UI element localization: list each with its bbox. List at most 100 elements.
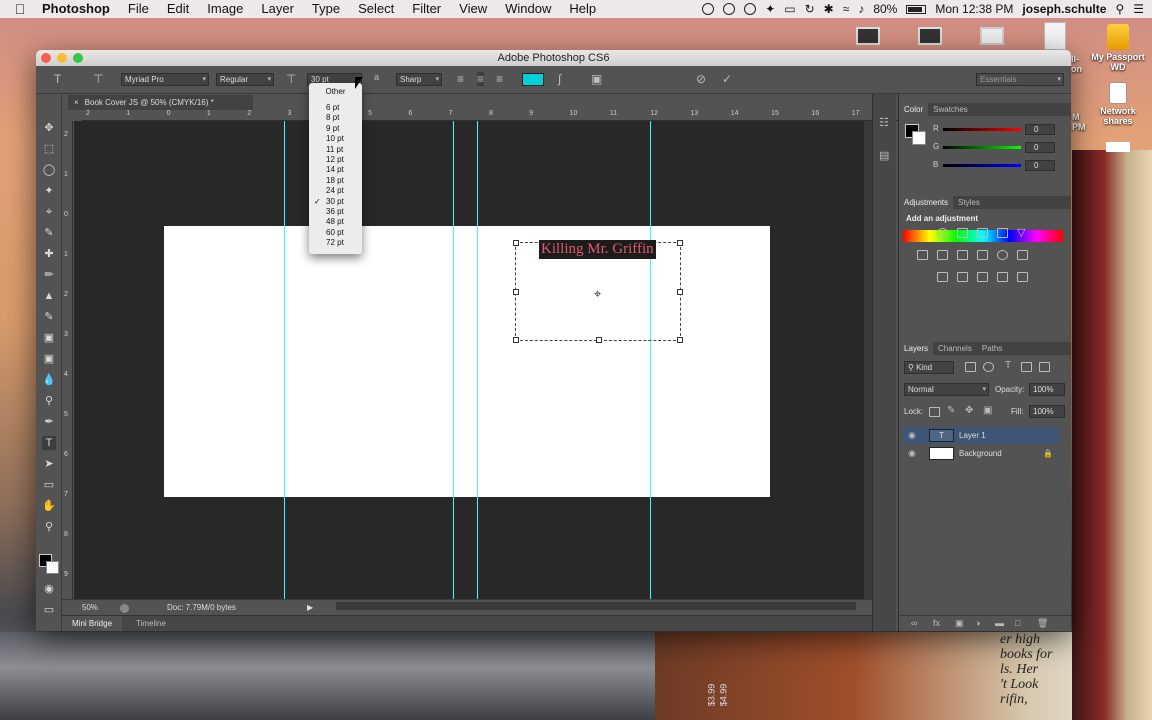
menu-filter[interactable]: Filter — [403, 0, 450, 18]
layer-row-background[interactable]: ◉ Background 🔒 — [903, 445, 1059, 462]
add-mask-icon[interactable]: ▣ — [955, 618, 964, 629]
lock-all-icon[interactable]: ▣ — [983, 405, 992, 416]
horizontal-ruler[interactable]: 2101234567891011121314151617 — [82, 110, 900, 121]
type-filter-icon[interactable]: T — [1005, 360, 1011, 371]
dropdown-item-size[interactable]: 14 pt — [309, 165, 362, 175]
color-lookup-icon[interactable] — [1017, 250, 1028, 260]
pen-tool-icon[interactable]: ✒ — [42, 415, 56, 429]
shape-filter-icon[interactable] — [1021, 362, 1032, 372]
lock-transparent-icon[interactable] — [929, 407, 940, 417]
tab-paths[interactable]: Paths — [977, 344, 1007, 353]
red-slider[interactable] — [943, 128, 1021, 131]
smart-object-filter-icon[interactable] — [1039, 362, 1050, 372]
desktop-icon-passport[interactable]: My Passport WD — [1088, 24, 1148, 72]
history-brush-icon[interactable]: ✎ — [42, 310, 56, 324]
levels-icon[interactable] — [957, 228, 968, 238]
evernote-icon[interactable] — [744, 3, 757, 15]
cancel-icon[interactable]: ⊘ — [696, 72, 706, 86]
vibrance-icon[interactable]: ▽ — [1017, 226, 1025, 239]
desktop-thumb-1[interactable] — [856, 27, 880, 45]
notification-icon[interactable]: ☰ — [1133, 2, 1144, 16]
menu-app[interactable]: Photoshop — [40, 0, 119, 18]
menu-file[interactable]: File — [119, 0, 158, 18]
dropdown-item-size[interactable]: 11 pt — [309, 145, 362, 155]
transform-handle[interactable] — [513, 337, 519, 343]
screen-mode-icon[interactable]: ▭ — [42, 603, 56, 617]
path-selection-icon[interactable]: ➤ — [42, 457, 56, 471]
new-group-icon[interactable]: ▬ — [995, 618, 1004, 628]
visibility-eye-icon[interactable]: ◉ — [908, 445, 916, 462]
transform-handle[interactable] — [677, 289, 683, 295]
status-menu-arrow-icon[interactable]: ▶ — [307, 600, 313, 616]
align-left-icon[interactable]: ≡ — [457, 72, 464, 86]
menu-window[interactable]: Window — [496, 0, 560, 18]
eyedropper-icon[interactable]: ✎ — [42, 226, 56, 240]
stamp-tool-icon[interactable]: ▲ — [42, 289, 56, 303]
tab-mini-bridge[interactable]: Mini Bridge — [62, 616, 123, 631]
move-tool-icon[interactable]: ✥ — [42, 121, 56, 135]
selective-color-icon[interactable] — [997, 272, 1008, 282]
dropdown-item-size[interactable]: 12 pt — [309, 155, 362, 165]
tab-adjustments[interactable]: Adjustments — [899, 196, 954, 210]
quick-mask-icon[interactable]: ◉ — [42, 582, 56, 596]
dropdown-item-size[interactable]: 9 pt — [309, 124, 362, 134]
invert-icon[interactable] — [937, 272, 948, 282]
battery-percent[interactable]: 80% — [873, 2, 897, 16]
battery-icon[interactable] — [906, 4, 927, 14]
layer-name[interactable]: Background — [959, 445, 1002, 462]
desktop-thumb-3[interactable] — [980, 27, 1004, 45]
desktop-thumb-4[interactable] — [1044, 22, 1066, 50]
time-machine-icon[interactable]: ↻ — [805, 2, 815, 16]
blend-mode-select[interactable]: Normal ▾ — [904, 383, 989, 396]
warp-text-icon[interactable]: ∫ — [558, 72, 561, 86]
opacity-field[interactable]: 100% — [1029, 383, 1065, 396]
brightness-icon[interactable] — [937, 228, 948, 238]
volume-icon[interactable]: ♪ — [858, 2, 864, 16]
tab-swatches[interactable]: Swatches — [928, 105, 973, 114]
layer-style-icon[interactable]: fx — [933, 618, 940, 628]
tab-channels[interactable]: Channels — [933, 344, 977, 353]
menu-view[interactable]: View — [450, 0, 496, 18]
properties-panel-icon[interactable]: ▤ — [879, 149, 889, 162]
menu-help[interactable]: Help — [560, 0, 605, 18]
dropdown-item-size[interactable]: 24 pt — [309, 186, 362, 196]
history-panel-icon[interactable]: ☷ — [879, 116, 889, 129]
dropdown-item-size[interactable]: 36 pt — [309, 207, 362, 217]
antialias-select[interactable]: Sharp ▾ — [396, 73, 442, 86]
transform-handle[interactable] — [513, 289, 519, 295]
transform-handle[interactable] — [596, 337, 602, 343]
character-panel-icon[interactable]: ▣ — [591, 72, 602, 86]
status-icon[interactable] — [120, 604, 129, 613]
layer-name[interactable]: Layer 1 — [959, 427, 986, 444]
layer-kind-filter[interactable]: ⚲ Kind — [904, 361, 954, 374]
workspace-select[interactable]: Essentials ▾ — [976, 73, 1064, 86]
zoom-tool-icon[interactable]: ⚲ — [42, 520, 56, 534]
adjustment-filter-icon[interactable] — [983, 362, 994, 372]
bluetooth-icon[interactable]: ✱ — [824, 2, 834, 16]
font-family-select[interactable]: Myriad Pro ▾ — [121, 73, 209, 86]
link-layers-icon[interactable]: ∞ — [911, 618, 917, 628]
transform-handle[interactable] — [513, 240, 519, 246]
menu-layer[interactable]: Layer — [252, 0, 303, 18]
threshold-icon[interactable] — [977, 272, 988, 282]
red-value[interactable]: 0 — [1025, 124, 1055, 135]
dropdown-item-size[interactable]: 18 pt — [309, 176, 362, 186]
crop-tool-icon[interactable]: ⌖ — [42, 205, 56, 219]
font-style-select[interactable]: Regular ▾ — [216, 73, 274, 86]
minimize-button[interactable] — [57, 53, 67, 63]
skype-icon[interactable] — [723, 3, 736, 15]
color-balance-icon[interactable] — [937, 250, 948, 260]
exposure-icon[interactable] — [997, 228, 1008, 238]
align-center-icon[interactable]: ≡ — [477, 72, 485, 86]
dropdown-item-size[interactable]: 72 pt — [309, 238, 362, 248]
vertical-scrollbar[interactable] — [864, 121, 872, 599]
close-tab-icon[interactable]: × — [74, 98, 79, 107]
eraser-tool-icon[interactable]: ▣ — [42, 331, 56, 345]
tab-color[interactable]: Color — [899, 103, 929, 117]
dropdown-item-size[interactable]: 8 pt — [309, 113, 362, 123]
desktop-thumb-2[interactable] — [918, 27, 942, 45]
menu-type[interactable]: Type — [303, 0, 349, 18]
black-white-icon[interactable] — [957, 250, 968, 260]
apple-icon[interactable]:  — [0, 1, 40, 17]
reference-point-icon[interactable]: ⌖ — [594, 286, 601, 302]
